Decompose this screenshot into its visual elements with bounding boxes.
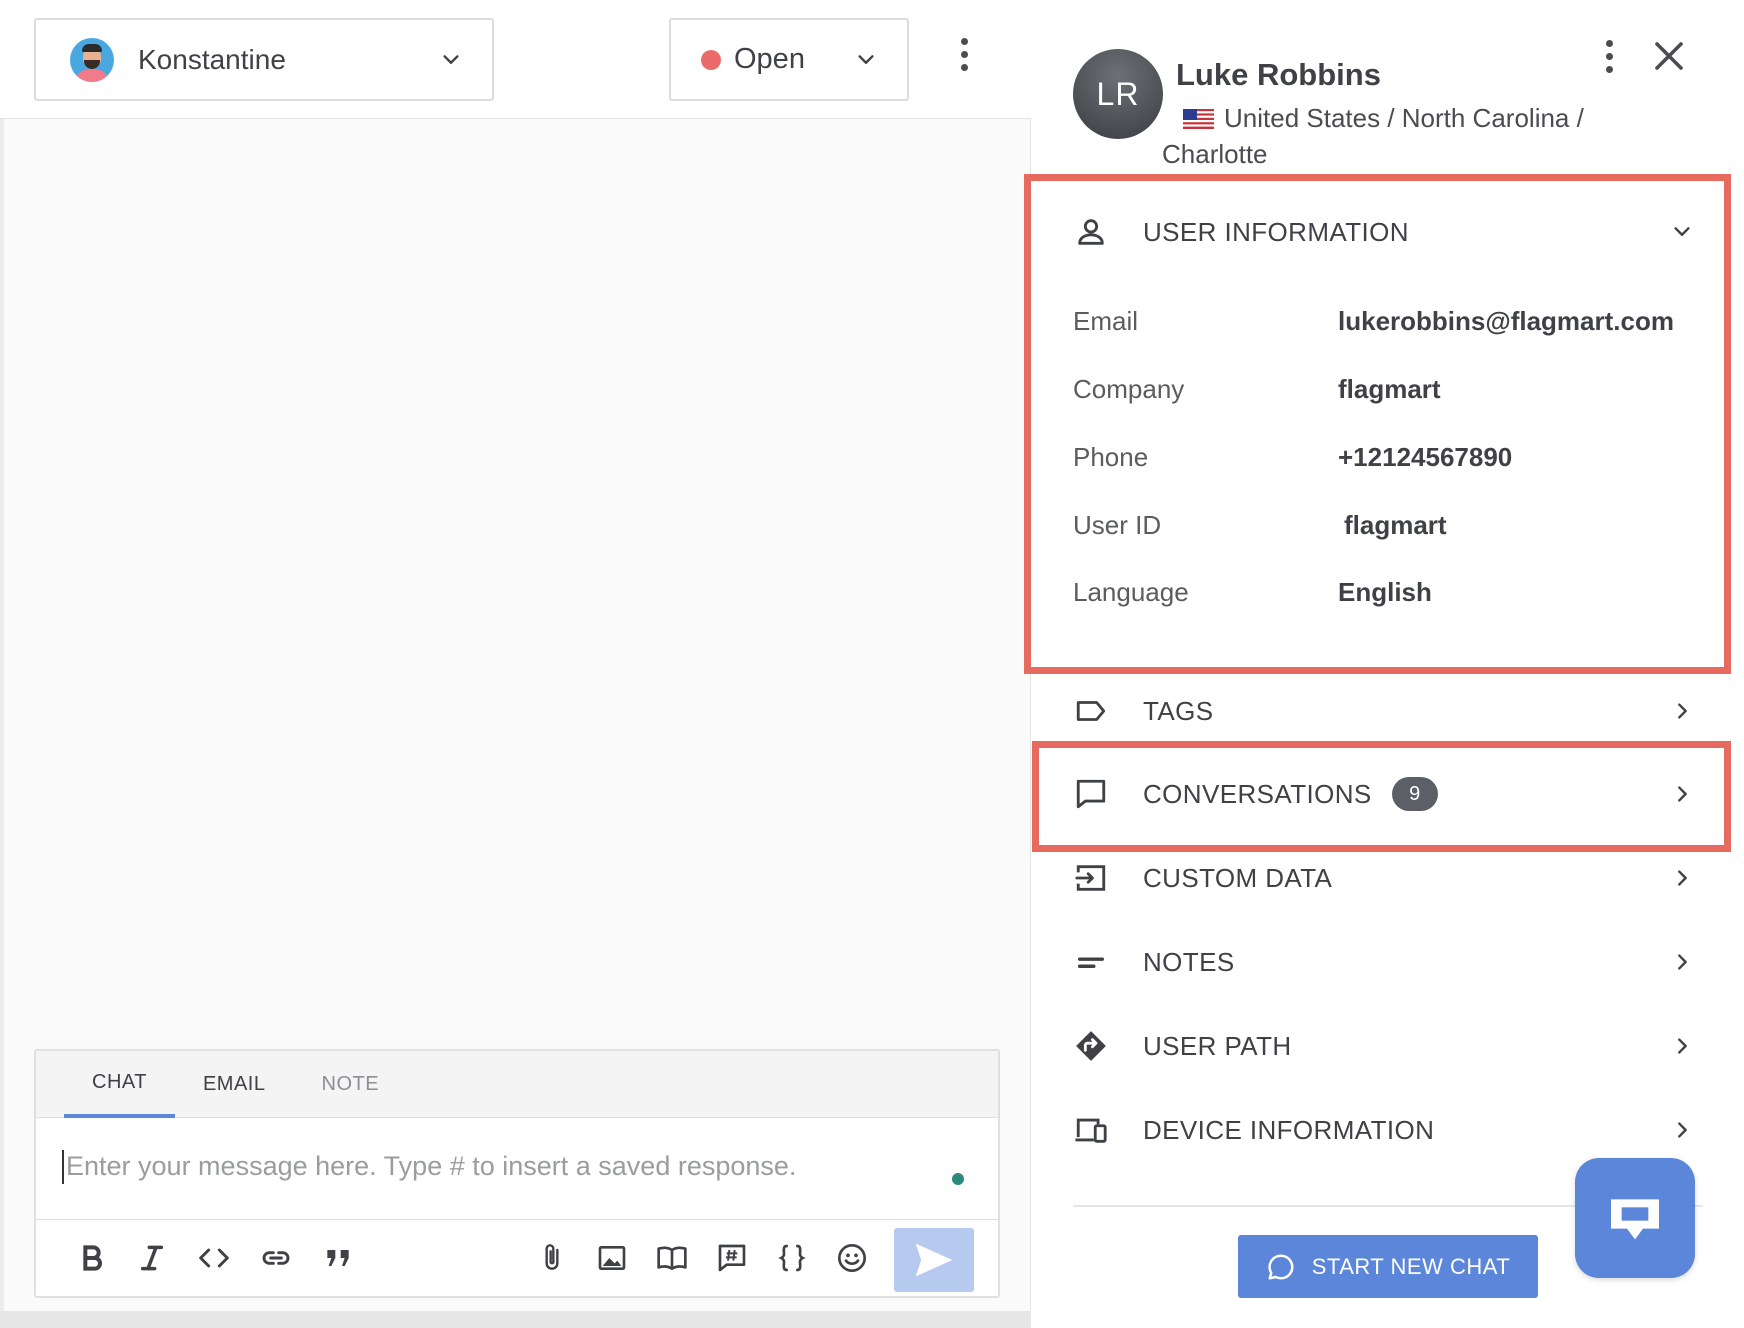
composer-tabs: CHAT EMAIL NOTE (36, 1051, 998, 1118)
directions-icon (1073, 1028, 1109, 1064)
us-flag-icon (1183, 109, 1214, 129)
chat-bubble-icon (1268, 1253, 1294, 1279)
attachment-icon[interactable] (534, 1240, 570, 1276)
notes-title: NOTES (1143, 946, 1235, 977)
chevron-right-icon (1678, 1038, 1687, 1054)
conversations-section[interactable]: CONVERSATIONS 9 (1073, 764, 1703, 824)
pane-edge (0, 0, 4, 1328)
send-button[interactable] (894, 1228, 974, 1292)
info-label: Language (1073, 577, 1189, 607)
status-label: Open (734, 43, 805, 75)
text-caret (62, 1150, 64, 1184)
tab-chat[interactable]: CHAT (64, 1051, 175, 1118)
composer-toolbar (36, 1220, 998, 1296)
tag-icon (1073, 693, 1109, 729)
start-new-chat-button[interactable]: START NEW CHAT (1238, 1235, 1538, 1298)
quote-icon[interactable] (320, 1240, 356, 1276)
status-dot (701, 49, 721, 70)
chat-bubble-icon (1073, 776, 1109, 812)
conversation-pane: Konstantine Open CHAT EMAIL NOTE Enter y… (0, 0, 1031, 1328)
knowledge-base-icon[interactable] (654, 1240, 690, 1276)
tags-section[interactable]: TAGS (1073, 681, 1703, 741)
info-row-language: Language English (1073, 577, 1693, 617)
horizontal-scrollbar[interactable] (0, 1311, 1031, 1328)
chevron-right-icon (1678, 703, 1687, 719)
tab-note[interactable]: NOTE (294, 1051, 408, 1118)
conversation-more-menu-icon[interactable] (952, 38, 976, 82)
info-label: User ID (1073, 510, 1162, 540)
tab-email[interactable]: EMAIL (175, 1051, 294, 1118)
info-label: Phone (1073, 442, 1149, 472)
italic-icon[interactable] (134, 1240, 170, 1276)
phone-value: +12124567890 (1338, 442, 1513, 472)
variable-icon[interactable] (774, 1240, 810, 1276)
chevron-down-icon (443, 54, 459, 64)
user-avatar: LR (1073, 49, 1163, 139)
saved-response-icon[interactable] (714, 1240, 750, 1276)
info-row-company: Company flagmart (1073, 374, 1693, 414)
message-placeholder: Enter your message here. Type # to inser… (66, 1151, 797, 1181)
user-profile-panel: LR Luke Robbins United States / North Ca… (1031, 0, 1744, 1328)
start-new-chat-label: START NEW CHAT (1311, 1253, 1511, 1279)
chevron-right-icon (1678, 1122, 1687, 1138)
device-information-section[interactable]: DEVICE INFORMATION (1073, 1100, 1703, 1160)
close-icon[interactable] (1651, 38, 1687, 74)
message-composer: CHAT EMAIL NOTE Enter your message here.… (34, 1049, 1000, 1298)
company-value: flagmart (1338, 374, 1441, 404)
emoji-icon[interactable] (834, 1240, 870, 1276)
info-label: Email (1073, 306, 1139, 336)
chevron-down-icon (1674, 227, 1690, 236)
status-dropdown[interactable]: Open (669, 18, 909, 101)
input-icon (1073, 860, 1109, 896)
user-location: United States / North Carolina / (1224, 103, 1584, 133)
chat-launcher-button[interactable] (1575, 1158, 1695, 1278)
chevron-right-icon (1678, 786, 1687, 802)
user-path-title: USER PATH (1143, 1030, 1292, 1061)
email-value: lukerobbins@flagmart.com (1338, 306, 1674, 336)
conversations-title: CONVERSATIONS (1143, 778, 1372, 809)
message-input[interactable]: Enter your message here. Type # to inser… (36, 1118, 998, 1220)
user-id-value: flagmart (1344, 510, 1447, 540)
info-row-user-id: User ID flagmart (1073, 510, 1693, 550)
code-icon[interactable] (196, 1240, 232, 1276)
link-icon[interactable] (258, 1240, 294, 1276)
language-value: English (1338, 577, 1432, 607)
online-indicator (952, 1173, 964, 1185)
person-icon (1073, 214, 1109, 250)
user-name: Luke Robbins (1176, 57, 1381, 92)
conversation-header: Konstantine Open (0, 0, 1031, 119)
notes-icon (1073, 944, 1109, 980)
custom-data-section[interactable]: CUSTOM DATA (1073, 848, 1703, 908)
user-path-section[interactable]: USER PATH (1073, 1016, 1703, 1076)
app-window: Konstantine Open CHAT EMAIL NOTE Enter y… (0, 0, 1744, 1328)
assignee-avatar (70, 37, 114, 82)
info-row-email: Email lukerobbins@flagmart.com (1073, 306, 1693, 346)
assignee-dropdown[interactable]: Konstantine (34, 18, 494, 101)
user-information-header[interactable]: USER INFORMATION (1073, 202, 1703, 262)
tags-title: TAGS (1143, 695, 1214, 726)
notes-section[interactable]: NOTES (1073, 932, 1703, 992)
assignee-name: Konstantine (138, 43, 286, 75)
send-icon (915, 1243, 953, 1277)
chevron-down-icon (858, 54, 874, 64)
conversations-count-badge: 9 (1391, 777, 1438, 811)
info-label: Company (1073, 374, 1185, 404)
chevron-right-icon (1678, 954, 1687, 970)
chevron-right-icon (1678, 870, 1687, 886)
bold-icon[interactable] (74, 1240, 110, 1276)
device-information-title: DEVICE INFORMATION (1143, 1114, 1435, 1145)
custom-data-title: CUSTOM DATA (1143, 862, 1333, 893)
profile-more-menu-icon[interactable] (1597, 40, 1621, 80)
chat-widget-icon (1611, 1199, 1659, 1240)
image-icon[interactable] (594, 1240, 630, 1276)
info-row-phone: Phone +12124567890 (1073, 442, 1693, 482)
user-location-city: Charlotte (1162, 139, 1268, 169)
devices-icon (1073, 1112, 1109, 1148)
user-information-title: USER INFORMATION (1143, 216, 1409, 247)
